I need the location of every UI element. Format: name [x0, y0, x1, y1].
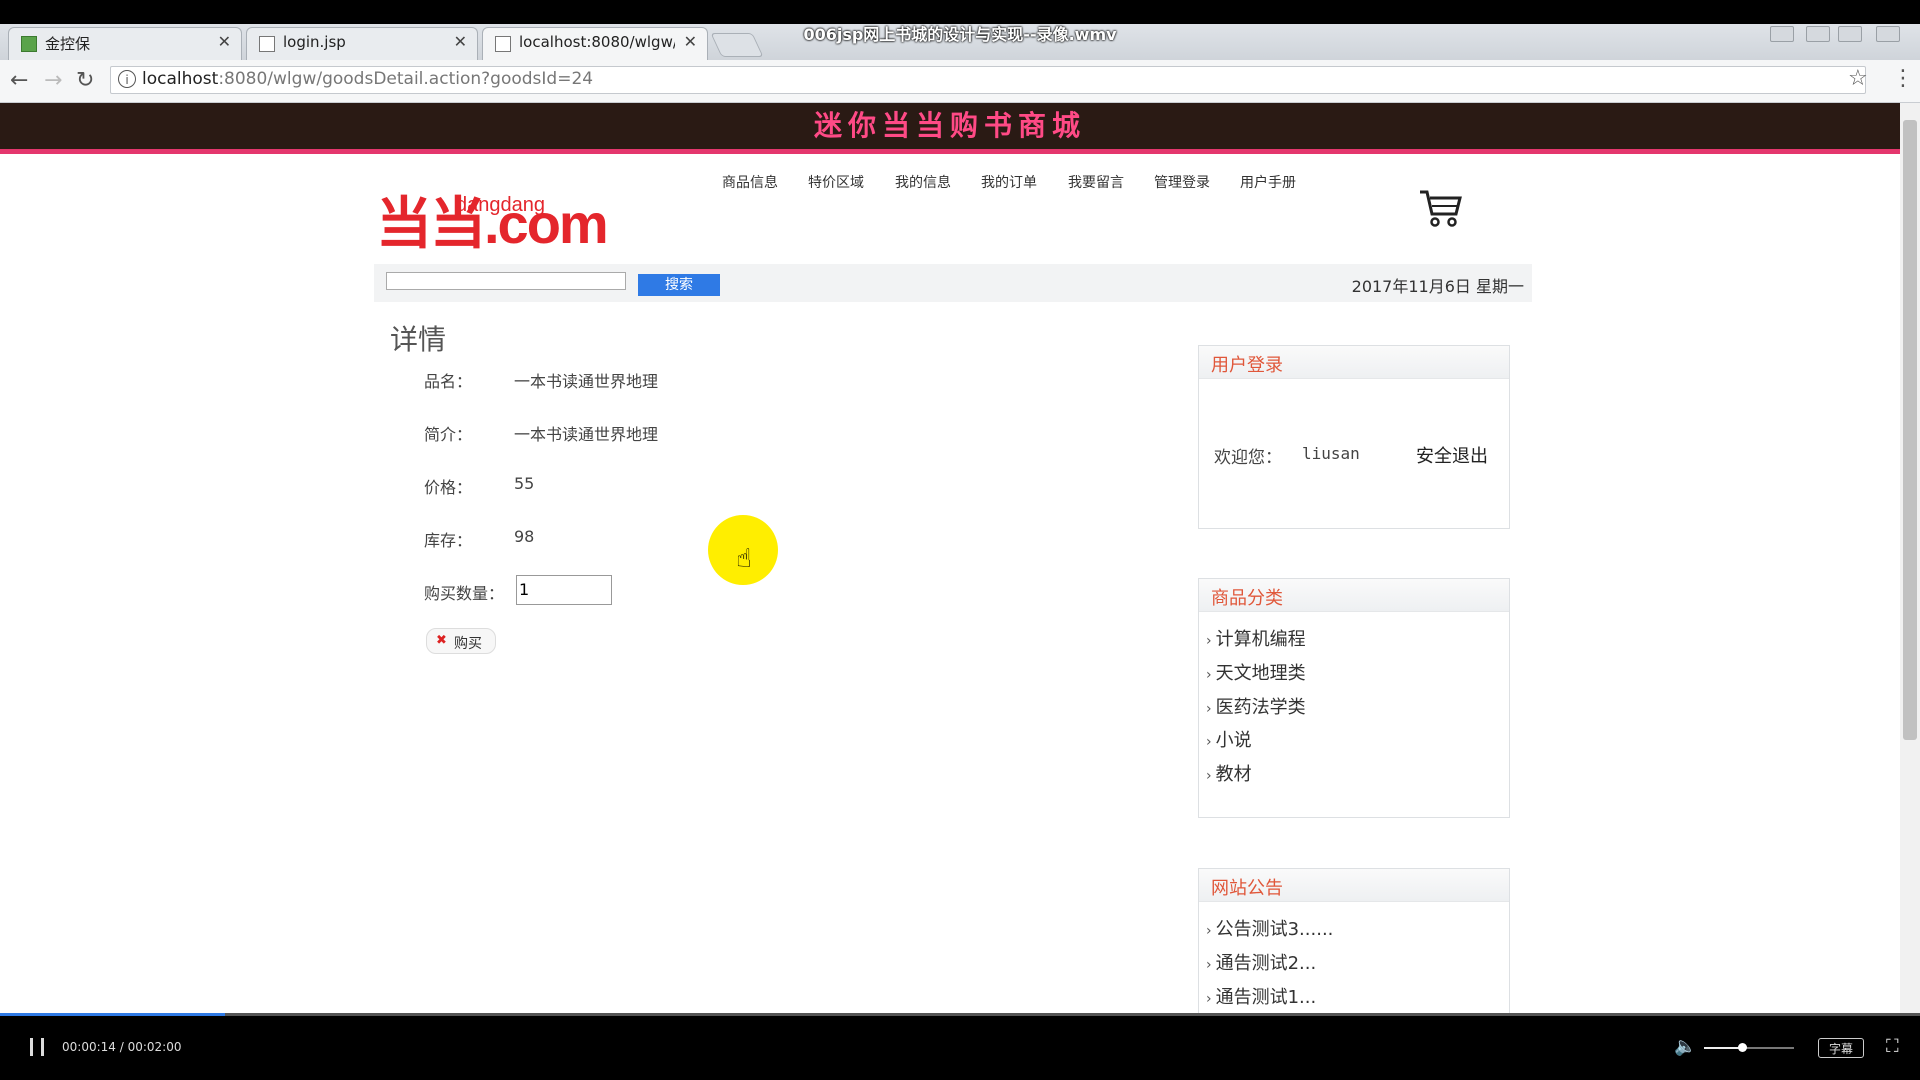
video-title: 006jsp网上书城的设计与实现--录像.wmv	[803, 25, 1117, 44]
notice-label: 通告测试1...	[1215, 987, 1317, 1008]
page-viewport	[0, 103, 1900, 1014]
restore-icon[interactable]	[1838, 26, 1862, 42]
url-host: localhost	[142, 69, 219, 89]
notice-item[interactable]: › 公告测试3......	[1206, 915, 1333, 941]
nav-admin-login[interactable]: 管理登录	[1154, 172, 1210, 192]
chevron-right-icon: ›	[1206, 991, 1212, 1007]
chevron-right-icon: ›	[1206, 923, 1212, 939]
field-value-price: 55	[514, 474, 535, 493]
nav-my-orders[interactable]: 我的订单	[981, 172, 1037, 192]
nav-leave-message[interactable]: 我要留言	[1068, 172, 1124, 192]
minimize-icon[interactable]	[1806, 26, 1830, 42]
nav-user-manual[interactable]: 用户手册	[1240, 172, 1296, 192]
notice-item[interactable]: › 通告测试1...	[1206, 983, 1316, 1009]
scrollbar-thumb[interactable]	[1903, 120, 1917, 740]
quantity-input[interactable]: 1	[516, 575, 612, 605]
notice-item[interactable]: › 通告测试2...	[1206, 949, 1316, 975]
site-title: 迷你当当购书商城	[813, 109, 1086, 142]
chevron-right-icon: ›	[1206, 633, 1212, 649]
login-panel: 用户登录	[1198, 345, 1510, 529]
logo-subtext: dangdang	[456, 194, 545, 216]
volume-icon[interactable]: 🔈	[1674, 1036, 1696, 1057]
login-panel-title: 用户登录	[1211, 355, 1283, 376]
field-label-quantity: 购买数量：	[424, 584, 505, 603]
subtitle-button[interactable]: 字幕	[1818, 1038, 1864, 1058]
category-label: 天文地理类	[1215, 663, 1306, 684]
volume-knob[interactable]	[1737, 1043, 1747, 1052]
category-label: 医药法学类	[1215, 697, 1306, 718]
field-value-stock: 98	[514, 527, 535, 546]
field-value-intro: 一本书读通世界地理	[514, 425, 659, 444]
chevron-right-icon: ›	[1206, 957, 1212, 973]
buy-icon: ✖	[436, 633, 447, 648]
back-arrow-icon[interactable]: ←	[10, 68, 28, 93]
notice-label: 公告测试3......	[1215, 919, 1334, 940]
url-path: :8080/wlgw/goodsDetail.action?goodsId=24	[218, 69, 594, 89]
category-item[interactable]: › 教材	[1206, 760, 1252, 786]
username: liusan	[1302, 444, 1360, 463]
user-icon[interactable]	[1770, 26, 1794, 42]
category-panel-title: 商品分类	[1211, 588, 1283, 609]
notice-label: 通告测试2...	[1215, 953, 1317, 974]
nav-goods-info[interactable]: 商品信息	[722, 172, 778, 192]
player-controls	[0, 1016, 1920, 1080]
category-item[interactable]: › 天文地理类	[1206, 659, 1306, 685]
nav-my-info[interactable]: 我的信息	[895, 172, 951, 192]
search-input[interactable]	[386, 272, 626, 290]
category-item[interactable]: › 计算机编程	[1206, 625, 1306, 651]
forward-arrow-icon[interactable]: →	[44, 68, 62, 93]
chevron-right-icon: ›	[1206, 667, 1212, 683]
panel-header: 商品分类	[1199, 579, 1509, 612]
hand-cursor-icon: ☝	[736, 544, 752, 574]
field-label-name: 品名：	[424, 372, 473, 391]
current-date: 2017年11月6日 星期一	[1351, 277, 1524, 296]
dangdang-logo[interactable]: 当当.com dangdang	[376, 194, 609, 252]
panel-header: 用户登录	[1199, 346, 1509, 379]
category-label: 小说	[1215, 730, 1252, 751]
field-value-name: 一本书读通世界地理	[514, 372, 659, 391]
panel-header: 网站公告	[1199, 869, 1509, 902]
category-item[interactable]: › 医药法学类	[1206, 693, 1306, 719]
field-label-price: 价格：	[424, 478, 473, 497]
buy-button-label: 购买	[454, 636, 482, 652]
volume-fill	[1704, 1047, 1742, 1049]
chevron-right-icon: ›	[1206, 734, 1212, 750]
welcome-label: 欢迎您：	[1214, 448, 1282, 468]
category-item[interactable]: › 小说	[1206, 726, 1252, 752]
field-label-stock: 库存：	[424, 531, 473, 550]
category-label: 计算机编程	[1215, 629, 1306, 650]
nav-special-offers[interactable]: 特价区域	[808, 172, 864, 192]
field-label-intro: 简介：	[424, 425, 473, 444]
notice-panel-title: 网站公告	[1211, 878, 1283, 899]
buy-button[interactable]: ✖ 购买	[426, 628, 496, 654]
fullscreen-icon[interactable]: ⛶	[1886, 1036, 1899, 1057]
bookmark-star-icon[interactable]: ☆	[1848, 66, 1868, 91]
video-top-bar	[0, 0, 1920, 24]
shopping-cart-icon[interactable]	[1418, 188, 1462, 228]
close-window-icon[interactable]	[1876, 26, 1900, 42]
timecode: 00:00:14 / 00:02:00	[62, 1040, 182, 1054]
url-text[interactable]: localhost:8080/wlgw/goodsDetail.action?g…	[142, 69, 593, 89]
menu-dots-icon[interactable]: ⋮	[1892, 66, 1914, 91]
chevron-right-icon: ›	[1206, 701, 1212, 717]
chevron-right-icon: ›	[1206, 768, 1212, 784]
search-button[interactable]: 搜索	[638, 274, 720, 296]
category-label: 教材	[1215, 764, 1252, 785]
reload-icon[interactable]: ↻	[76, 68, 94, 93]
info-icon[interactable]: i	[118, 70, 136, 88]
pause-icon[interactable]	[30, 1038, 44, 1056]
logout-link[interactable]: 安全退出	[1416, 442, 1488, 468]
detail-heading: 详情	[390, 323, 447, 356]
